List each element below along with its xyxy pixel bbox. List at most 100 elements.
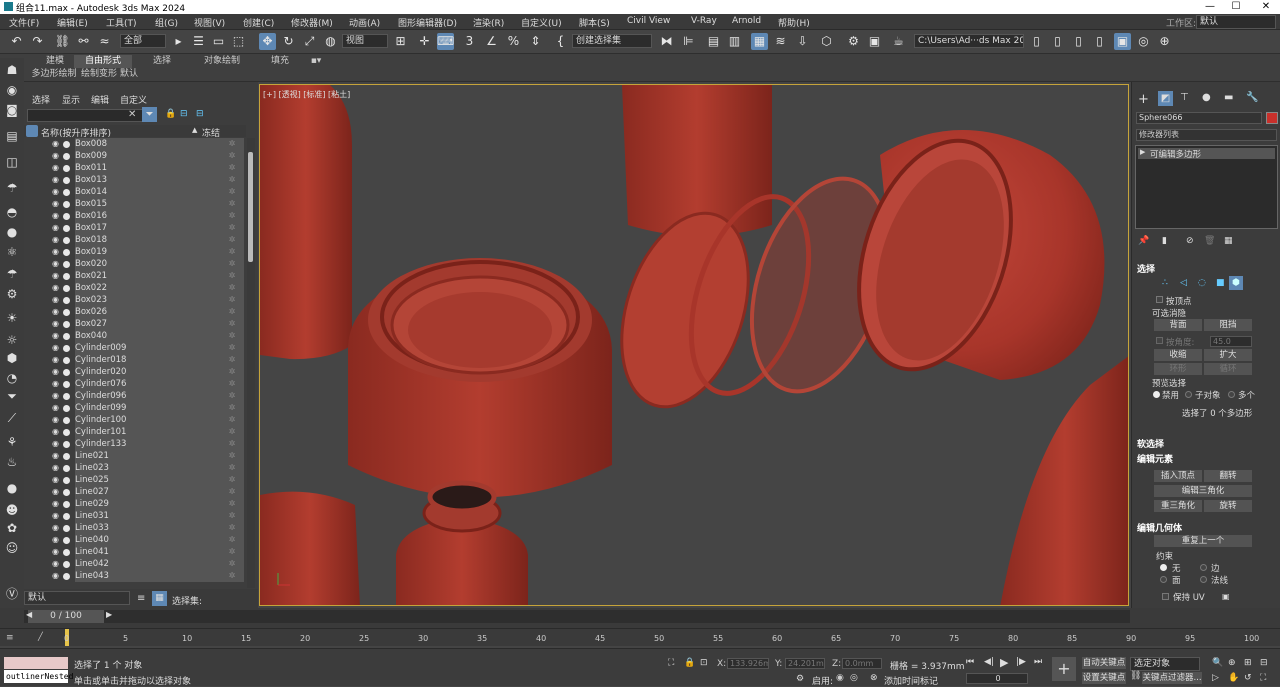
sun-icon[interactable]: ☀ — [4, 310, 20, 326]
help-icon[interactable]: ◎ — [1135, 33, 1152, 50]
visibility-eye-icon[interactable]: ◉ — [52, 414, 59, 426]
scene-row[interactable]: ◉ Box017 ✲ — [24, 222, 246, 234]
render-dot-icon[interactable] — [63, 561, 70, 568]
render-dot-icon[interactable] — [63, 489, 70, 496]
by-vertex-checkbox[interactable] — [1156, 296, 1163, 303]
menu-rendering[interactable]: 渲染(R) — [473, 16, 504, 29]
select-move-icon[interactable]: ✥ — [259, 33, 276, 50]
pin-stack-icon[interactable]: 📌 — [1138, 236, 1149, 246]
freeze-icon[interactable]: ✲ — [220, 510, 244, 522]
scene-explorer-icon[interactable]: ▤ — [4, 128, 20, 144]
scene-menu-display[interactable]: 显示 — [62, 93, 80, 106]
track-key-icon[interactable]: ╱ — [38, 632, 43, 641]
scene-scrollbar-thumb[interactable] — [248, 152, 253, 262]
visibility-eye-icon[interactable]: ◉ — [52, 318, 59, 330]
teapot-icon[interactable]: ☗ — [4, 62, 20, 78]
freeze-icon[interactable]: ✲ — [220, 342, 244, 354]
edit-named-sets-icon[interactable]: { — [552, 33, 569, 50]
maximize-viewport-icon[interactable]: ⛶ — [1260, 673, 1266, 683]
scene-row-name[interactable]: Box014 — [75, 186, 220, 198]
scene-menu-edit[interactable]: 编辑 — [91, 93, 109, 106]
utilities-tab-icon[interactable]: 🔧 — [1246, 92, 1258, 103]
scene-row[interactable]: ◉ Box008 ✲ — [24, 138, 246, 150]
render-dot-icon[interactable] — [63, 525, 70, 532]
scene-row-name[interactable]: Line041 — [75, 546, 220, 558]
ref-coord-dropdown[interactable]: 视图 — [342, 34, 388, 48]
selection-filter-dropdown[interactable]: 全部 — [120, 34, 166, 48]
render-setup-icon[interactable]: ⚙ — [845, 33, 862, 50]
time-slider-thumb[interactable]: 0 / 100 — [28, 610, 104, 623]
maxscript-input[interactable]: outlinerNested — [4, 670, 73, 683]
render-dot-icon[interactable] — [63, 393, 70, 400]
visibility-eye-icon[interactable]: ◉ — [52, 450, 59, 462]
shader-icon[interactable]: ✿ — [4, 520, 20, 536]
dome-icon[interactable]: ◓ — [4, 204, 20, 220]
render-dot-icon[interactable] — [63, 177, 70, 184]
ribbon-subtab-paint-deform[interactable]: 绘制变形 — [79, 68, 119, 81]
render-dot-icon[interactable] — [63, 513, 70, 520]
minimize-button[interactable]: — — [1196, 0, 1224, 14]
menu-create[interactable]: 创建(C) — [243, 16, 274, 29]
scene-row[interactable]: ◉ Cylinder100 ✲ — [24, 414, 246, 426]
vertex-mode-icon[interactable]: ∴ — [1162, 278, 1168, 288]
scene-row-name[interactable]: Box019 — [75, 246, 220, 258]
visibility-eye-icon[interactable]: ◉ — [52, 294, 59, 306]
fov-icon[interactable]: ▷ — [1212, 673, 1219, 683]
grass-icon[interactable]: ⚘ — [4, 434, 20, 450]
scene-row-name[interactable]: Cylinder100 — [75, 414, 220, 426]
film-icon[interactable]: ◫ — [4, 154, 20, 170]
zoom-extents-icon[interactable]: ⊞ — [1244, 658, 1252, 668]
next-key-icon[interactable]: |▶ — [1016, 657, 1026, 667]
render-dot-icon[interactable] — [63, 273, 70, 280]
render-dot-icon[interactable] — [63, 249, 70, 256]
curve-editor-icon[interactable]: ≋ — [772, 33, 789, 50]
scene-row[interactable]: ◉ Box014 ✲ — [24, 186, 246, 198]
prev-frame-icon[interactable]: ◀ — [26, 610, 32, 619]
close-button[interactable]: ✕ — [1252, 0, 1280, 14]
systems-icon[interactable]: ⚙ — [4, 286, 20, 302]
display-tab-icon[interactable]: ▬ — [1224, 92, 1233, 103]
scene-row-name[interactable]: Line031 — [75, 510, 220, 522]
freeze-icon[interactable]: ✲ — [220, 282, 244, 294]
freeze-icon[interactable]: ✲ — [220, 270, 244, 282]
ribbon-options-icon[interactable]: ▪▾ — [306, 55, 326, 68]
fire-icon[interactable]: ♨ — [4, 454, 20, 470]
freeze-icon[interactable]: ✲ — [220, 246, 244, 258]
stack-item[interactable]: ▶ 可编辑多边形 — [1138, 148, 1275, 160]
layer-dropdown[interactable]: 默认 — [24, 591, 130, 605]
freeze-icon[interactable]: ✲ — [220, 294, 244, 306]
scene-row[interactable]: ◉ Box021 ✲ — [24, 270, 246, 282]
freeze-icon[interactable]: ✲ — [220, 558, 244, 570]
visibility-eye-icon[interactable]: ◉ — [52, 474, 59, 486]
scene-row-name[interactable]: Cylinder020 — [75, 366, 220, 378]
repeat-last-button[interactable]: 重复上一个 — [1154, 535, 1252, 547]
render-dot-icon[interactable] — [63, 501, 70, 508]
scene-row[interactable]: ◉ Box020 ✲ — [24, 258, 246, 270]
by-angle-checkbox[interactable] — [1156, 337, 1163, 344]
freeze-icon[interactable]: ✲ — [220, 414, 244, 426]
visibility-eye-icon[interactable]: ◉ — [52, 546, 59, 558]
scene-row-name[interactable]: Line021 — [75, 450, 220, 462]
scene-row-name[interactable]: Line023 — [75, 462, 220, 474]
scene-row-name[interactable]: Box015 — [75, 198, 220, 210]
pan-icon[interactable]: ✋ — [1228, 673, 1239, 683]
visibility-eye-icon[interactable]: ◉ — [52, 462, 59, 474]
select-manipulate-icon[interactable]: ✛ — [416, 33, 433, 50]
scene-row[interactable]: ◉ Line021 ✲ — [24, 450, 246, 462]
render-dot-icon[interactable] — [63, 321, 70, 328]
maxscript-listener[interactable] — [4, 657, 68, 669]
scene-row[interactable]: ◉ Box022 ✲ — [24, 282, 246, 294]
auto-key-button[interactable]: 自动关键点 — [1082, 657, 1126, 669]
clear-search-icon[interactable]: ✕ — [128, 109, 136, 120]
orbit-icon[interactable]: ↺ — [1244, 673, 1252, 683]
scene-row-name[interactable]: Line043 — [75, 570, 220, 582]
visibility-eye-icon[interactable]: ◉ — [52, 534, 59, 546]
hierarchy-icon[interactable]: ⊟ — [180, 109, 188, 119]
visibility-eye-icon[interactable]: ◉ — [52, 246, 59, 258]
menu-views[interactable]: 视图(V) — [194, 16, 225, 29]
render-dot-icon[interactable] — [63, 441, 70, 448]
render-dot-icon[interactable] — [63, 417, 70, 424]
isolate-icon[interactable]: ⛶ — [668, 658, 674, 668]
scene-row-name[interactable]: Box027 — [75, 318, 220, 330]
visibility-eye-icon[interactable]: ◉ — [52, 522, 59, 534]
